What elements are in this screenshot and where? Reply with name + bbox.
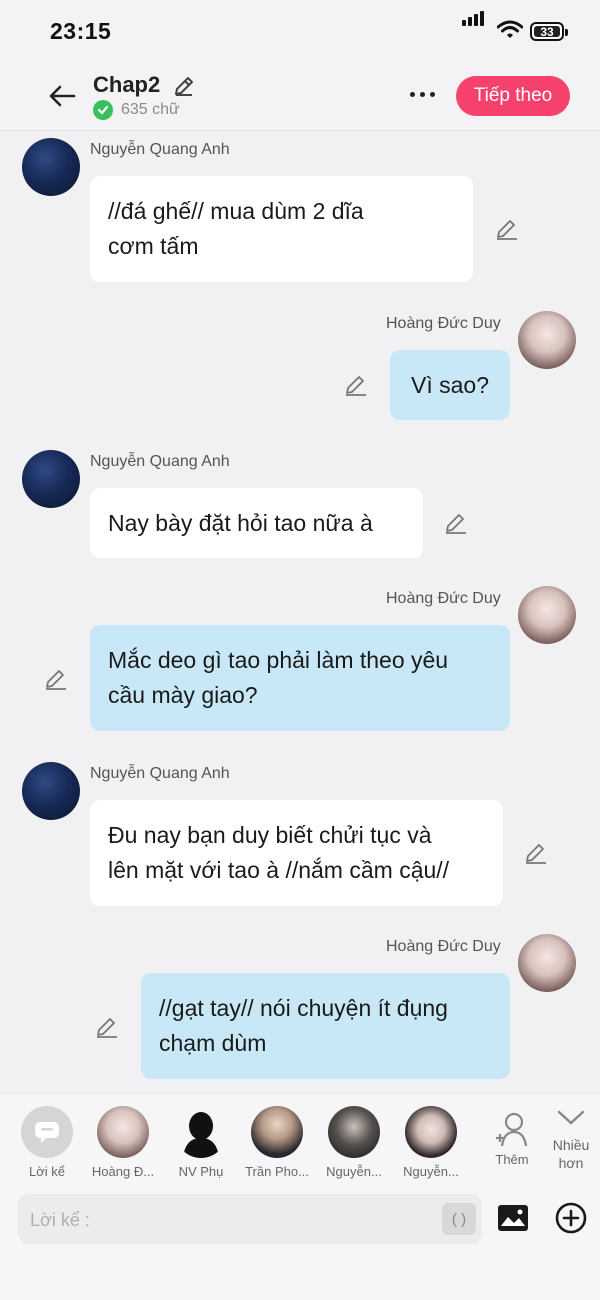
sender-name: Hoàng Đức Duy (386, 590, 501, 607)
avatar-hoang-duc-duy[interactable] (518, 311, 576, 369)
message-line: //đá ghế// mua dùm 2 dĩa (108, 198, 364, 224)
word-count: 635 chữ (93, 100, 180, 120)
sender-name: Hoàng Đức Duy (386, 938, 501, 955)
character-label: Lời kể (29, 1164, 65, 1179)
composer-panel: Lời kể Hoàng Đ... NV Phụ Trần Pho... Ngu… (0, 1093, 600, 1300)
battery-level: 33 (540, 25, 554, 39)
message-line: Đu nay bạn duy biết chửi tục và (108, 822, 432, 848)
message-bubble[interactable]: Đu nay bạn duy biết chửi tục và lên mặt v… (90, 800, 503, 906)
more-button[interactable]: Nhiều hơn (545, 1108, 597, 1172)
character-label: Trần Pho... (245, 1164, 309, 1179)
character-nv-phu[interactable]: NV Phụ (164, 1106, 238, 1179)
message-bubble[interactable]: //đá ghế// mua dùm 2 dĩa cơm tấm (90, 176, 473, 282)
character-hoang-duc-duy[interactable]: Hoàng Đ... (86, 1106, 160, 1179)
narrator-icon (21, 1106, 73, 1158)
message-line: Vì sao? (411, 371, 489, 398)
add-circle-icon[interactable] (555, 1202, 587, 1234)
add-character-button[interactable]: Thêm (476, 1106, 548, 1167)
check-icon (93, 100, 113, 120)
more-label-2: hơn (558, 1155, 584, 1171)
character-label: Nguyễn... (326, 1164, 382, 1179)
action-bracket-button[interactable]: ( ) (442, 1203, 476, 1235)
chevron-down-icon (557, 1110, 585, 1125)
character-nguyen-2[interactable]: Nguyễn... (394, 1106, 468, 1179)
edit-message-pencil-icon[interactable] (44, 667, 68, 691)
message-input[interactable] (28, 1194, 432, 1246)
sender-name: Hoàng Đức Duy (386, 315, 501, 332)
message-input-box[interactable]: ( ) (18, 1194, 482, 1246)
silhouette-avatar (175, 1106, 227, 1158)
image-icon[interactable] (497, 1204, 529, 1232)
message-bubble[interactable]: Nay bày đặt hỏi tao nữa à (90, 488, 423, 558)
message-line: Mắc deo gì tao phải làm theo yêu (108, 647, 449, 673)
edit-message-pencil-icon[interactable] (444, 511, 468, 535)
message-line: cầu mày giao? (108, 682, 258, 708)
header-bar: Chap2 635 chữ Tiếp theo (0, 64, 600, 131)
character-label: Nguyễn... (403, 1164, 459, 1179)
character-tran-pho[interactable]: Trần Pho... (240, 1106, 314, 1179)
message-bubble[interactable]: Mắc deo gì tao phải làm theo yêu cầu mày … (90, 625, 510, 731)
character-nguyen-1[interactable]: Nguyễn... (317, 1106, 391, 1179)
next-button[interactable]: Tiếp theo (456, 76, 570, 116)
message-line: cơm tấm (108, 233, 199, 259)
character-narrator[interactable]: Lời kể (10, 1106, 84, 1179)
message-line: //gạt tay// nói chuyện ít đụng (159, 995, 448, 1021)
character-label: Hoàng Đ... (91, 1164, 155, 1179)
add-label: Thêm (495, 1152, 529, 1167)
avatar-hoang-duc-duy[interactable] (518, 586, 576, 644)
message-line: chạm dùm (159, 1030, 267, 1056)
avatar-hoang-duc-duy[interactable] (518, 934, 576, 992)
wifi-icon (497, 20, 523, 38)
edit-title-pencil-icon[interactable] (172, 74, 196, 98)
battery-icon: 33 (530, 22, 568, 41)
character-label: NV Phụ (178, 1164, 224, 1179)
word-count-label: 635 chữ (121, 101, 180, 118)
chat-area[interactable]: Nguyễn Quang Anh //đá ghế// mua dùm 2 dĩ… (0, 131, 600, 1093)
character-avatar (405, 1106, 457, 1158)
status-bar: 23:15 33 (0, 0, 600, 64)
edit-message-pencil-icon[interactable] (495, 217, 519, 241)
message-line: lên mặt với tao à //nắm cầm cậu// (108, 857, 450, 883)
message-line: Nay bày đặt hỏi tao nữa à (108, 509, 373, 536)
more-options-icon[interactable] (410, 92, 435, 97)
avatar-nguyen-quang-anh[interactable] (22, 450, 80, 508)
message-bubble[interactable]: //gạt tay// nói chuyện ít đụng chạm dùm (141, 973, 510, 1079)
add-person-icon (496, 1112, 528, 1147)
back-arrow-icon[interactable] (44, 78, 80, 114)
sender-name: Nguyễn Quang Anh (90, 141, 230, 158)
character-avatar (97, 1106, 149, 1158)
more-label-1: Nhiều (552, 1137, 590, 1153)
avatar-nguyen-quang-anh[interactable] (22, 762, 80, 820)
edit-message-pencil-icon[interactable] (344, 373, 368, 397)
message-bubble[interactable]: Vì sao? (390, 350, 510, 420)
character-avatar (251, 1106, 303, 1158)
avatar-nguyen-quang-anh[interactable] (22, 138, 80, 196)
sender-name: Nguyễn Quang Anh (90, 765, 230, 782)
chapter-title[interactable]: Chap2 (93, 72, 160, 98)
edit-message-pencil-icon[interactable] (524, 841, 548, 865)
clock: 23:15 (50, 18, 112, 44)
character-avatar (328, 1106, 380, 1158)
edit-message-pencil-icon[interactable] (95, 1015, 119, 1039)
sender-name: Nguyễn Quang Anh (90, 453, 230, 470)
